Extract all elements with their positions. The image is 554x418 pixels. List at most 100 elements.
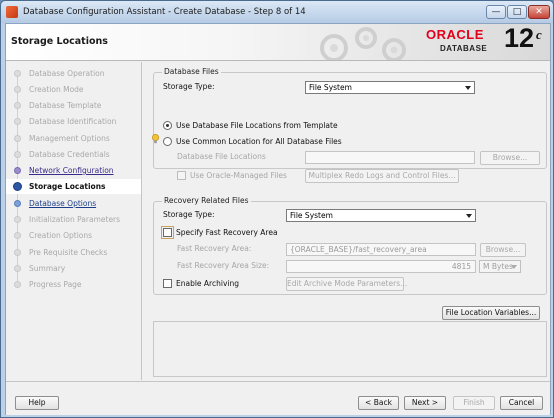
step-dot-icon bbox=[14, 86, 21, 93]
title-bar[interactable]: Database Configuration Assistant - Creat… bbox=[1, 1, 553, 23]
recovery-storage-type-value: File System bbox=[290, 211, 333, 220]
nav-step-database-identification: Database Identification bbox=[6, 114, 141, 129]
use-oracle-managed-files-checkbox[interactable] bbox=[177, 171, 186, 180]
step-dot-icon bbox=[14, 232, 21, 239]
nav-step-network-configuration[interactable]: Network Configuration bbox=[6, 163, 141, 178]
oracle-logo-text: ORACLE bbox=[426, 27, 484, 42]
message-area bbox=[153, 321, 547, 377]
size-unit-value: M Bytes bbox=[483, 262, 513, 271]
client-area: Storage Locations ORACLE DATABASE 12 c D… bbox=[5, 23, 551, 415]
nav-step-database-operation: Database Operation bbox=[6, 66, 141, 81]
nav-step-label: Database Template bbox=[29, 101, 102, 110]
minimize-button[interactable]: — bbox=[486, 5, 506, 19]
specify-fast-recovery-area-label[interactable]: Specify Fast Recovery Area bbox=[176, 228, 278, 237]
nav-step-link[interactable]: Database Options bbox=[29, 199, 96, 208]
nav-step-database-options[interactable]: Database Options bbox=[6, 196, 141, 211]
fast-recovery-area-size-unit-select[interactable]: M Bytes bbox=[479, 260, 521, 273]
use-common-location-radio[interactable] bbox=[163, 137, 172, 146]
next-button[interactable]: Next > bbox=[404, 396, 446, 410]
steps-navigation: Database Operation Creation Mode Databas… bbox=[6, 62, 142, 380]
multiplex-redo-logs-button[interactable]: Multiplex Redo Logs and Control Files... bbox=[305, 169, 459, 183]
step-next-dot-icon bbox=[14, 200, 21, 207]
enable-archiving-label[interactable]: Enable Archiving bbox=[176, 279, 239, 288]
help-button[interactable]: Help bbox=[15, 396, 59, 410]
dropdown-arrow-icon[interactable] bbox=[465, 86, 471, 90]
close-button[interactable]: ✕ bbox=[528, 5, 550, 19]
nav-step-label: Database Operation bbox=[29, 69, 105, 78]
lightbulb-hint-icon bbox=[152, 134, 159, 144]
db-storage-type-select[interactable]: File System bbox=[305, 81, 475, 94]
page-title: Storage Locations bbox=[11, 36, 108, 47]
step-current-dot-icon bbox=[13, 182, 22, 191]
nav-step-storage-locations[interactable]: Storage Locations bbox=[6, 179, 141, 194]
db-file-locations-browse-button[interactable]: Browse... bbox=[480, 151, 540, 165]
recovery-storage-type-label: Storage Type: bbox=[163, 210, 215, 219]
cancel-button[interactable]: Cancel bbox=[500, 396, 543, 410]
use-template-locations-radio[interactable] bbox=[163, 121, 172, 130]
use-common-location-label[interactable]: Use Common Location for All Database Fil… bbox=[176, 137, 342, 146]
file-location-variables-button[interactable]: File Location Variables... bbox=[442, 306, 540, 320]
finish-button[interactable]: Finish bbox=[453, 396, 495, 410]
nav-step-pre-requisite-checks: Pre Requisite Checks bbox=[6, 245, 141, 260]
recovery-storage-type-select[interactable]: File System bbox=[286, 209, 476, 222]
fast-recovery-area-size-input[interactable]: 4815 bbox=[286, 260, 476, 273]
step-dot-icon bbox=[14, 135, 21, 142]
database-files-legend: Database Files bbox=[162, 67, 221, 76]
fast-recovery-area-input[interactable]: {ORACLE_BASE}/fast_recovery_area bbox=[286, 243, 476, 256]
nav-step-management-options: Management Options bbox=[6, 131, 141, 146]
step-dot-icon bbox=[14, 216, 21, 223]
step-done-dot-icon bbox=[14, 167, 21, 174]
db-storage-type-label: Storage Type: bbox=[163, 82, 215, 91]
step-dot-icon bbox=[14, 249, 21, 256]
gears-decoration-icon bbox=[320, 27, 406, 60]
nav-step-progress-page: Progress Page bbox=[6, 277, 141, 292]
nav-step-label: Summary bbox=[29, 264, 66, 273]
nav-step-label: Database Identification bbox=[29, 117, 117, 126]
fast-recovery-area-size-label: Fast Recovery Area Size: bbox=[177, 261, 270, 270]
nav-step-label: Storage Locations bbox=[29, 182, 106, 191]
nav-step-label: Creation Mode bbox=[29, 85, 84, 94]
step-dot-icon bbox=[14, 118, 21, 125]
nav-step-creation-mode: Creation Mode bbox=[6, 82, 141, 97]
back-button[interactable]: < Back bbox=[358, 396, 399, 410]
version-suffix: c bbox=[536, 27, 542, 42]
window-title: Database Configuration Assistant - Creat… bbox=[23, 7, 306, 17]
db-file-locations-label: Database File Locations bbox=[177, 152, 266, 161]
nav-step-label: Creation Options bbox=[29, 231, 93, 240]
nav-step-initialization-parameters: Initialization Parameters bbox=[6, 212, 141, 227]
use-template-locations-label[interactable]: Use Database File Locations from Templat… bbox=[176, 121, 338, 130]
enable-archiving-checkbox[interactable] bbox=[163, 279, 172, 288]
nav-step-creation-options: Creation Options bbox=[6, 228, 141, 243]
nav-step-label: Management Options bbox=[29, 134, 110, 143]
specify-fast-recovery-area-checkbox[interactable] bbox=[161, 226, 174, 239]
nav-step-label: Initialization Parameters bbox=[29, 215, 121, 224]
dropdown-arrow-icon[interactable] bbox=[466, 214, 472, 218]
fast-recovery-area-browse-button[interactable]: Browse... bbox=[480, 243, 526, 257]
edit-archive-mode-parameters-button[interactable]: Edit Archive Mode Parameters... bbox=[286, 277, 407, 291]
nav-step-summary: Summary bbox=[6, 261, 141, 276]
nav-step-label: Database Credentials bbox=[29, 150, 110, 159]
dbca-window: Database Configuration Assistant - Creat… bbox=[0, 0, 554, 418]
page-header: Storage Locations ORACLE DATABASE 12 c bbox=[6, 23, 550, 61]
recovery-files-legend: Recovery Related Files bbox=[162, 196, 251, 205]
content-panel: Database Files Storage Type: File System… bbox=[143, 62, 550, 380]
db-file-locations-input[interactable] bbox=[305, 151, 475, 164]
db-storage-type-value: File System bbox=[309, 83, 352, 92]
step-dot-icon bbox=[14, 102, 21, 109]
nav-step-label: Pre Requisite Checks bbox=[29, 248, 108, 257]
nav-step-database-template: Database Template bbox=[6, 98, 141, 113]
use-oracle-managed-files-label[interactable]: Use Oracle-Managed Files bbox=[190, 171, 287, 180]
wizard-button-bar: Help < Back Next > Finish Cancel bbox=[6, 381, 550, 415]
nav-step-link[interactable]: Network Configuration bbox=[29, 166, 114, 175]
database-logo-text: DATABASE bbox=[440, 44, 488, 53]
fast-recovery-area-label: Fast Recovery Area: bbox=[177, 244, 252, 253]
nav-step-database-credentials: Database Credentials bbox=[6, 147, 141, 162]
step-dot-icon bbox=[14, 151, 21, 158]
step-dot-icon bbox=[14, 265, 21, 272]
maximize-button[interactable]: □ bbox=[507, 5, 527, 19]
version-number: 12 bbox=[504, 23, 535, 53]
app-icon bbox=[6, 6, 18, 18]
nav-step-label: Progress Page bbox=[29, 280, 82, 289]
dropdown-arrow-icon[interactable] bbox=[511, 265, 517, 269]
step-dot-icon bbox=[14, 70, 21, 77]
